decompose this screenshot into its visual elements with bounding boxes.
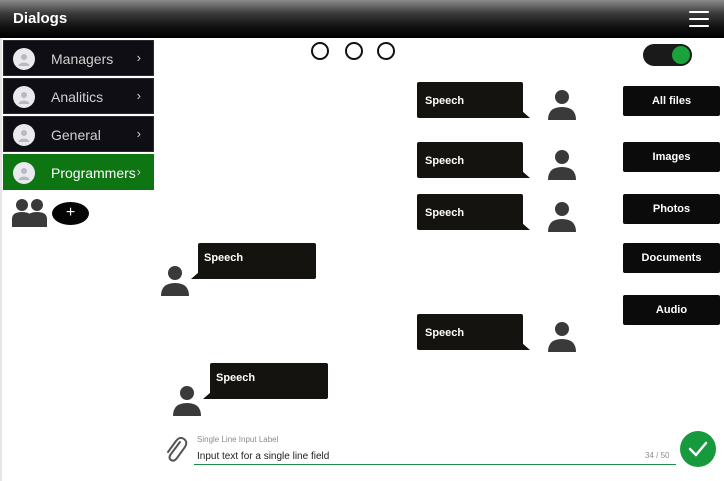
filter-all-files-button[interactable]: All files — [623, 86, 720, 116]
app-header: Dialogs — [0, 0, 724, 38]
message-bubble-incoming: Speech — [191, 243, 316, 279]
send-button[interactable] — [680, 431, 716, 467]
person-icon — [173, 386, 201, 416]
add-button[interactable]: + — [52, 202, 89, 225]
toggle-knob — [672, 46, 690, 64]
group-users-icon[interactable] — [11, 197, 49, 227]
chevron-right-icon: › — [136, 88, 141, 103]
avatar-icon — [13, 124, 35, 146]
page-title: Dialogs — [13, 10, 68, 27]
person-icon — [161, 266, 189, 296]
avatar-icon — [13, 86, 35, 108]
sidebar-item-label: General — [51, 127, 101, 143]
left-divider — [0, 38, 2, 481]
checkmark-icon — [688, 441, 708, 457]
filter-images-button[interactable]: Images — [623, 142, 720, 172]
message-bubble-outgoing: Speech — [417, 142, 530, 178]
sidebar-item-label: Analitics — [51, 89, 104, 105]
character-counter: 34 / 50 — [645, 451, 670, 460]
chevron-right-icon: › — [136, 126, 141, 141]
sidebar-item-managers[interactable]: Managers › — [3, 40, 154, 76]
sidebar-item-general[interactable]: General › — [3, 116, 154, 152]
pagination-dot-3[interactable] — [377, 42, 395, 60]
message-input[interactable] — [194, 448, 676, 465]
message-bubble-outgoing: Speech — [417, 82, 530, 118]
sidebar-item-label: Managers — [51, 51, 114, 67]
avatar-icon — [13, 162, 35, 184]
hamburger-menu-icon[interactable] — [689, 11, 709, 27]
input-label: Single Line Input Label — [197, 435, 279, 444]
person-icon — [548, 322, 576, 352]
chevron-right-icon: › — [136, 164, 141, 179]
paperclip-icon[interactable] — [163, 435, 189, 465]
filter-documents-button[interactable]: Documents — [623, 243, 720, 273]
person-icon — [548, 90, 576, 120]
person-icon — [548, 202, 576, 232]
pagination-dot-1[interactable] — [311, 42, 329, 60]
sidebar: Managers › Analitics › General › Program… — [3, 40, 154, 192]
toggle-switch[interactable] — [643, 44, 692, 66]
person-icon — [548, 150, 576, 180]
pagination-dot-2[interactable] — [345, 42, 363, 60]
chevron-right-icon: › — [136, 50, 141, 65]
sidebar-item-programmers[interactable]: Programmers › — [3, 154, 154, 190]
filter-photos-button[interactable]: Photos — [623, 194, 720, 224]
message-bubble-incoming: Speech — [203, 363, 328, 399]
sidebar-item-analitics[interactable]: Analitics › — [3, 78, 154, 114]
avatar-icon — [13, 48, 35, 70]
message-bubble-outgoing: Speech — [417, 194, 530, 230]
sidebar-item-label: Programmers — [51, 165, 136, 181]
filter-audio-button[interactable]: Audio — [623, 295, 720, 325]
message-bubble-outgoing: Speech — [417, 314, 530, 350]
